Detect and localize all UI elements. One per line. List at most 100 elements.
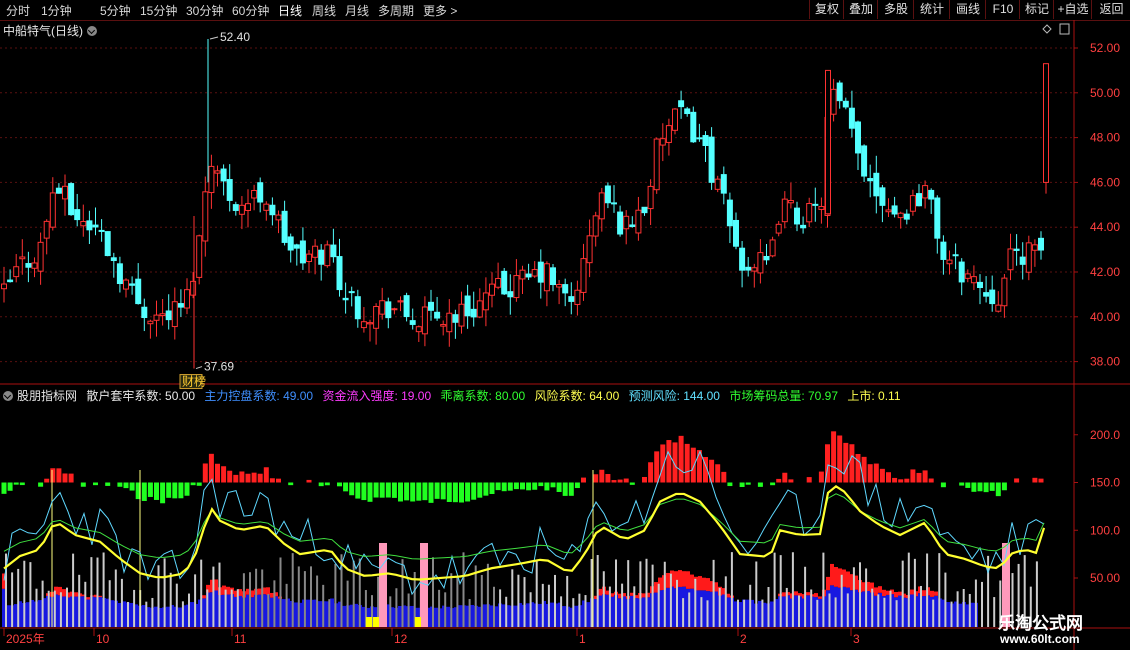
candle-body — [958, 261, 965, 283]
candle-body — [348, 291, 355, 294]
price-tick-label: 44.00 — [1090, 220, 1120, 234]
legend-item: 资金流入强度: 19.00 — [322, 389, 432, 403]
candle-body — [665, 125, 672, 143]
volume-bar-blue — [294, 602, 298, 627]
candle-body — [13, 266, 20, 278]
candle-body — [611, 202, 617, 205]
volume-bar-red — [846, 571, 850, 588]
candle-body — [1038, 237, 1044, 251]
indicator-bar-up — [257, 473, 263, 483]
indicator-bar-up — [886, 472, 891, 483]
indicator-bar-down — [568, 482, 574, 496]
candle-body — [592, 215, 599, 237]
candle-body — [92, 224, 99, 228]
indicator-bar-up — [611, 480, 617, 483]
risk-line — [3, 484, 1046, 581]
volume-bar-red — [886, 590, 890, 595]
volume-bar-red — [74, 592, 78, 597]
candle-body — [1043, 63, 1049, 183]
indicator-bar-up — [233, 474, 239, 483]
volume-bar-red — [794, 591, 798, 596]
date-label: 10 — [96, 632, 110, 646]
indicator-bar-down — [105, 482, 111, 486]
candle-body — [787, 200, 794, 204]
candle-body — [306, 253, 312, 263]
volume-bar-blue — [446, 606, 450, 627]
indicator-bar-down — [629, 482, 635, 485]
price-tick-label: 52.00 — [1090, 41, 1120, 55]
candle-body — [934, 197, 941, 239]
candle-body — [434, 311, 441, 319]
volume-bar-blue — [690, 588, 694, 627]
yellow-mark — [373, 617, 379, 627]
candle-body — [543, 263, 550, 292]
candle-body — [708, 136, 715, 183]
candle-body — [360, 321, 367, 329]
candle-body — [403, 295, 410, 318]
candle-body — [226, 179, 233, 201]
volume-bar-red — [86, 597, 90, 600]
indicator-bar-up — [50, 468, 56, 483]
candle-body — [1019, 256, 1026, 265]
indicator-bar-down — [38, 482, 44, 487]
indicator-bar-down — [379, 482, 385, 498]
indicator-bar-up — [276, 478, 281, 483]
candle-body — [806, 203, 813, 223]
volume-bar-blue — [410, 605, 414, 627]
indicator-bar-down — [574, 482, 580, 489]
candle-body — [86, 220, 93, 231]
volume-bar-red — [62, 589, 66, 597]
candle-body — [513, 275, 520, 299]
candle-body — [421, 306, 428, 335]
indicator-bar-up — [904, 478, 910, 483]
indicator-bar-up — [227, 470, 233, 483]
candle-body — [251, 189, 258, 199]
candle-body — [531, 269, 538, 277]
indicator-bar-down — [745, 482, 751, 485]
indicator-bar-up — [678, 435, 684, 483]
candle-body — [757, 252, 764, 274]
volume-bar-red — [666, 572, 670, 588]
volume-bar-blue — [794, 595, 798, 627]
indicator-tick-label: 150.0 — [1090, 476, 1120, 490]
chevron-down-icon[interactable] — [3, 391, 13, 401]
volume-bar-blue — [642, 597, 646, 627]
indicator-bar-down — [355, 482, 361, 499]
price-tick-label: 38.00 — [1090, 355, 1120, 369]
indicator-bar-down — [770, 482, 776, 486]
candle-body — [940, 241, 947, 260]
indicator-bar-down — [343, 482, 349, 492]
indicator-bar-down — [160, 482, 166, 504]
candle-body — [165, 310, 172, 321]
indicator-bar-down — [477, 482, 483, 498]
candle-body — [964, 273, 971, 279]
candle-body — [110, 257, 117, 262]
price-tick-label: 50.00 — [1090, 86, 1120, 100]
candle-body — [812, 203, 819, 206]
indicator-bar-up — [855, 453, 861, 483]
indicator-bar-up — [776, 478, 782, 483]
candle-body — [684, 108, 691, 115]
candle-body — [794, 207, 800, 225]
candle-body — [409, 320, 416, 325]
indicator-bar-down — [446, 482, 452, 502]
volume-bar-red — [686, 571, 690, 589]
candle-body — [855, 121, 861, 154]
indicator-bar-up — [215, 463, 220, 483]
indicator-bar-down — [757, 482, 763, 487]
candle-body — [604, 185, 611, 204]
candle-body — [617, 211, 624, 235]
candle-body — [324, 244, 331, 267]
indicator-bar-up — [837, 435, 843, 483]
candle-body — [897, 212, 904, 219]
candle-body — [970, 276, 977, 284]
candle-body — [373, 305, 380, 329]
candle-body — [141, 306, 148, 318]
candle-body — [550, 267, 556, 286]
candle-body — [318, 249, 325, 265]
volume-bar-red — [922, 590, 926, 597]
volume-bar-red — [98, 595, 102, 598]
candle-body — [830, 88, 837, 115]
candle-body — [1013, 248, 1020, 251]
indicator-bar-down — [184, 482, 190, 496]
